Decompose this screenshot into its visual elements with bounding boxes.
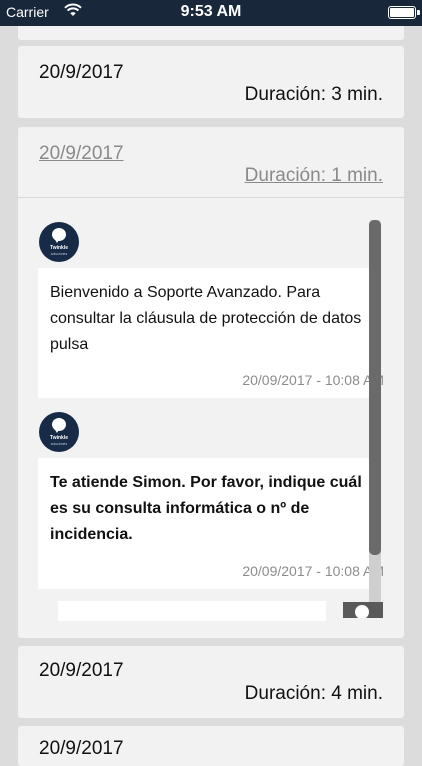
message-timestamp: 20/09/2017 - 10:08 AM bbox=[242, 372, 384, 388]
chat-message: Bienvenido a Soporte Avanzado. Para cons… bbox=[38, 268, 384, 398]
avatar-brand: Twinkle bbox=[50, 245, 68, 251]
conversation-card-partial[interactable] bbox=[18, 26, 404, 40]
message-timestamp: 20/09/2017 - 10:08 AM bbox=[242, 563, 384, 579]
chat-message: Te atiende Simon. Por favor, indique cuá… bbox=[38, 458, 384, 589]
message-input[interactable] bbox=[58, 601, 326, 621]
avatar-subbrand: soluciones bbox=[50, 442, 68, 446]
conversation-card[interactable]: 20/9/2017 bbox=[18, 726, 404, 766]
battery-icon bbox=[388, 6, 420, 19]
agent-avatar: Twinkle soluciones bbox=[39, 222, 79, 262]
chat-bubble-logo-icon bbox=[52, 418, 66, 433]
message-text: Bienvenido a Soporte Avanzado. Para cons… bbox=[50, 284, 362, 353]
conversation-date: 20/9/2017 bbox=[39, 738, 124, 759]
conversation-date-link[interactable]: 20/9/2017 bbox=[39, 143, 124, 165]
chat-bubble-logo-icon bbox=[52, 228, 66, 243]
agent-avatar: Twinkle soluciones bbox=[39, 412, 79, 452]
status-time: 9:53 AM bbox=[180, 3, 242, 20]
send-button[interactable] bbox=[343, 602, 383, 618]
conversation-card[interactable]: 20/9/2017 Duración: 3 min. bbox=[18, 46, 404, 118]
conversation-duration: Duración: 3 min. bbox=[244, 84, 383, 105]
conversation-duration: Duración: 4 min. bbox=[244, 683, 383, 704]
chat-scrollbar-thumb[interactable] bbox=[369, 220, 381, 555]
conversation-duration-link[interactable]: Duración: 1 min. bbox=[245, 165, 383, 187]
conversation-date: 20/9/2017 bbox=[39, 62, 124, 83]
message-text: Te atiende Simon. Por favor, indique cuá… bbox=[50, 474, 362, 543]
conversation-card-expanded[interactable]: 20/9/2017 Duración: 1 min. Twinkle soluc… bbox=[18, 127, 404, 638]
avatar-subbrand: soluciones bbox=[50, 252, 68, 256]
conversation-card[interactable]: 20/9/2017 Duración: 4 min. bbox=[18, 646, 404, 718]
status-bar: Carrier 9:53 AM bbox=[0, 0, 422, 26]
avatar-brand: Twinkle bbox=[50, 435, 68, 441]
card-divider bbox=[18, 197, 404, 198]
chat-transcript[interactable]: Twinkle soluciones Bienvenido a Soporte … bbox=[38, 215, 384, 617]
conversation-date: 20/9/2017 bbox=[39, 660, 124, 681]
